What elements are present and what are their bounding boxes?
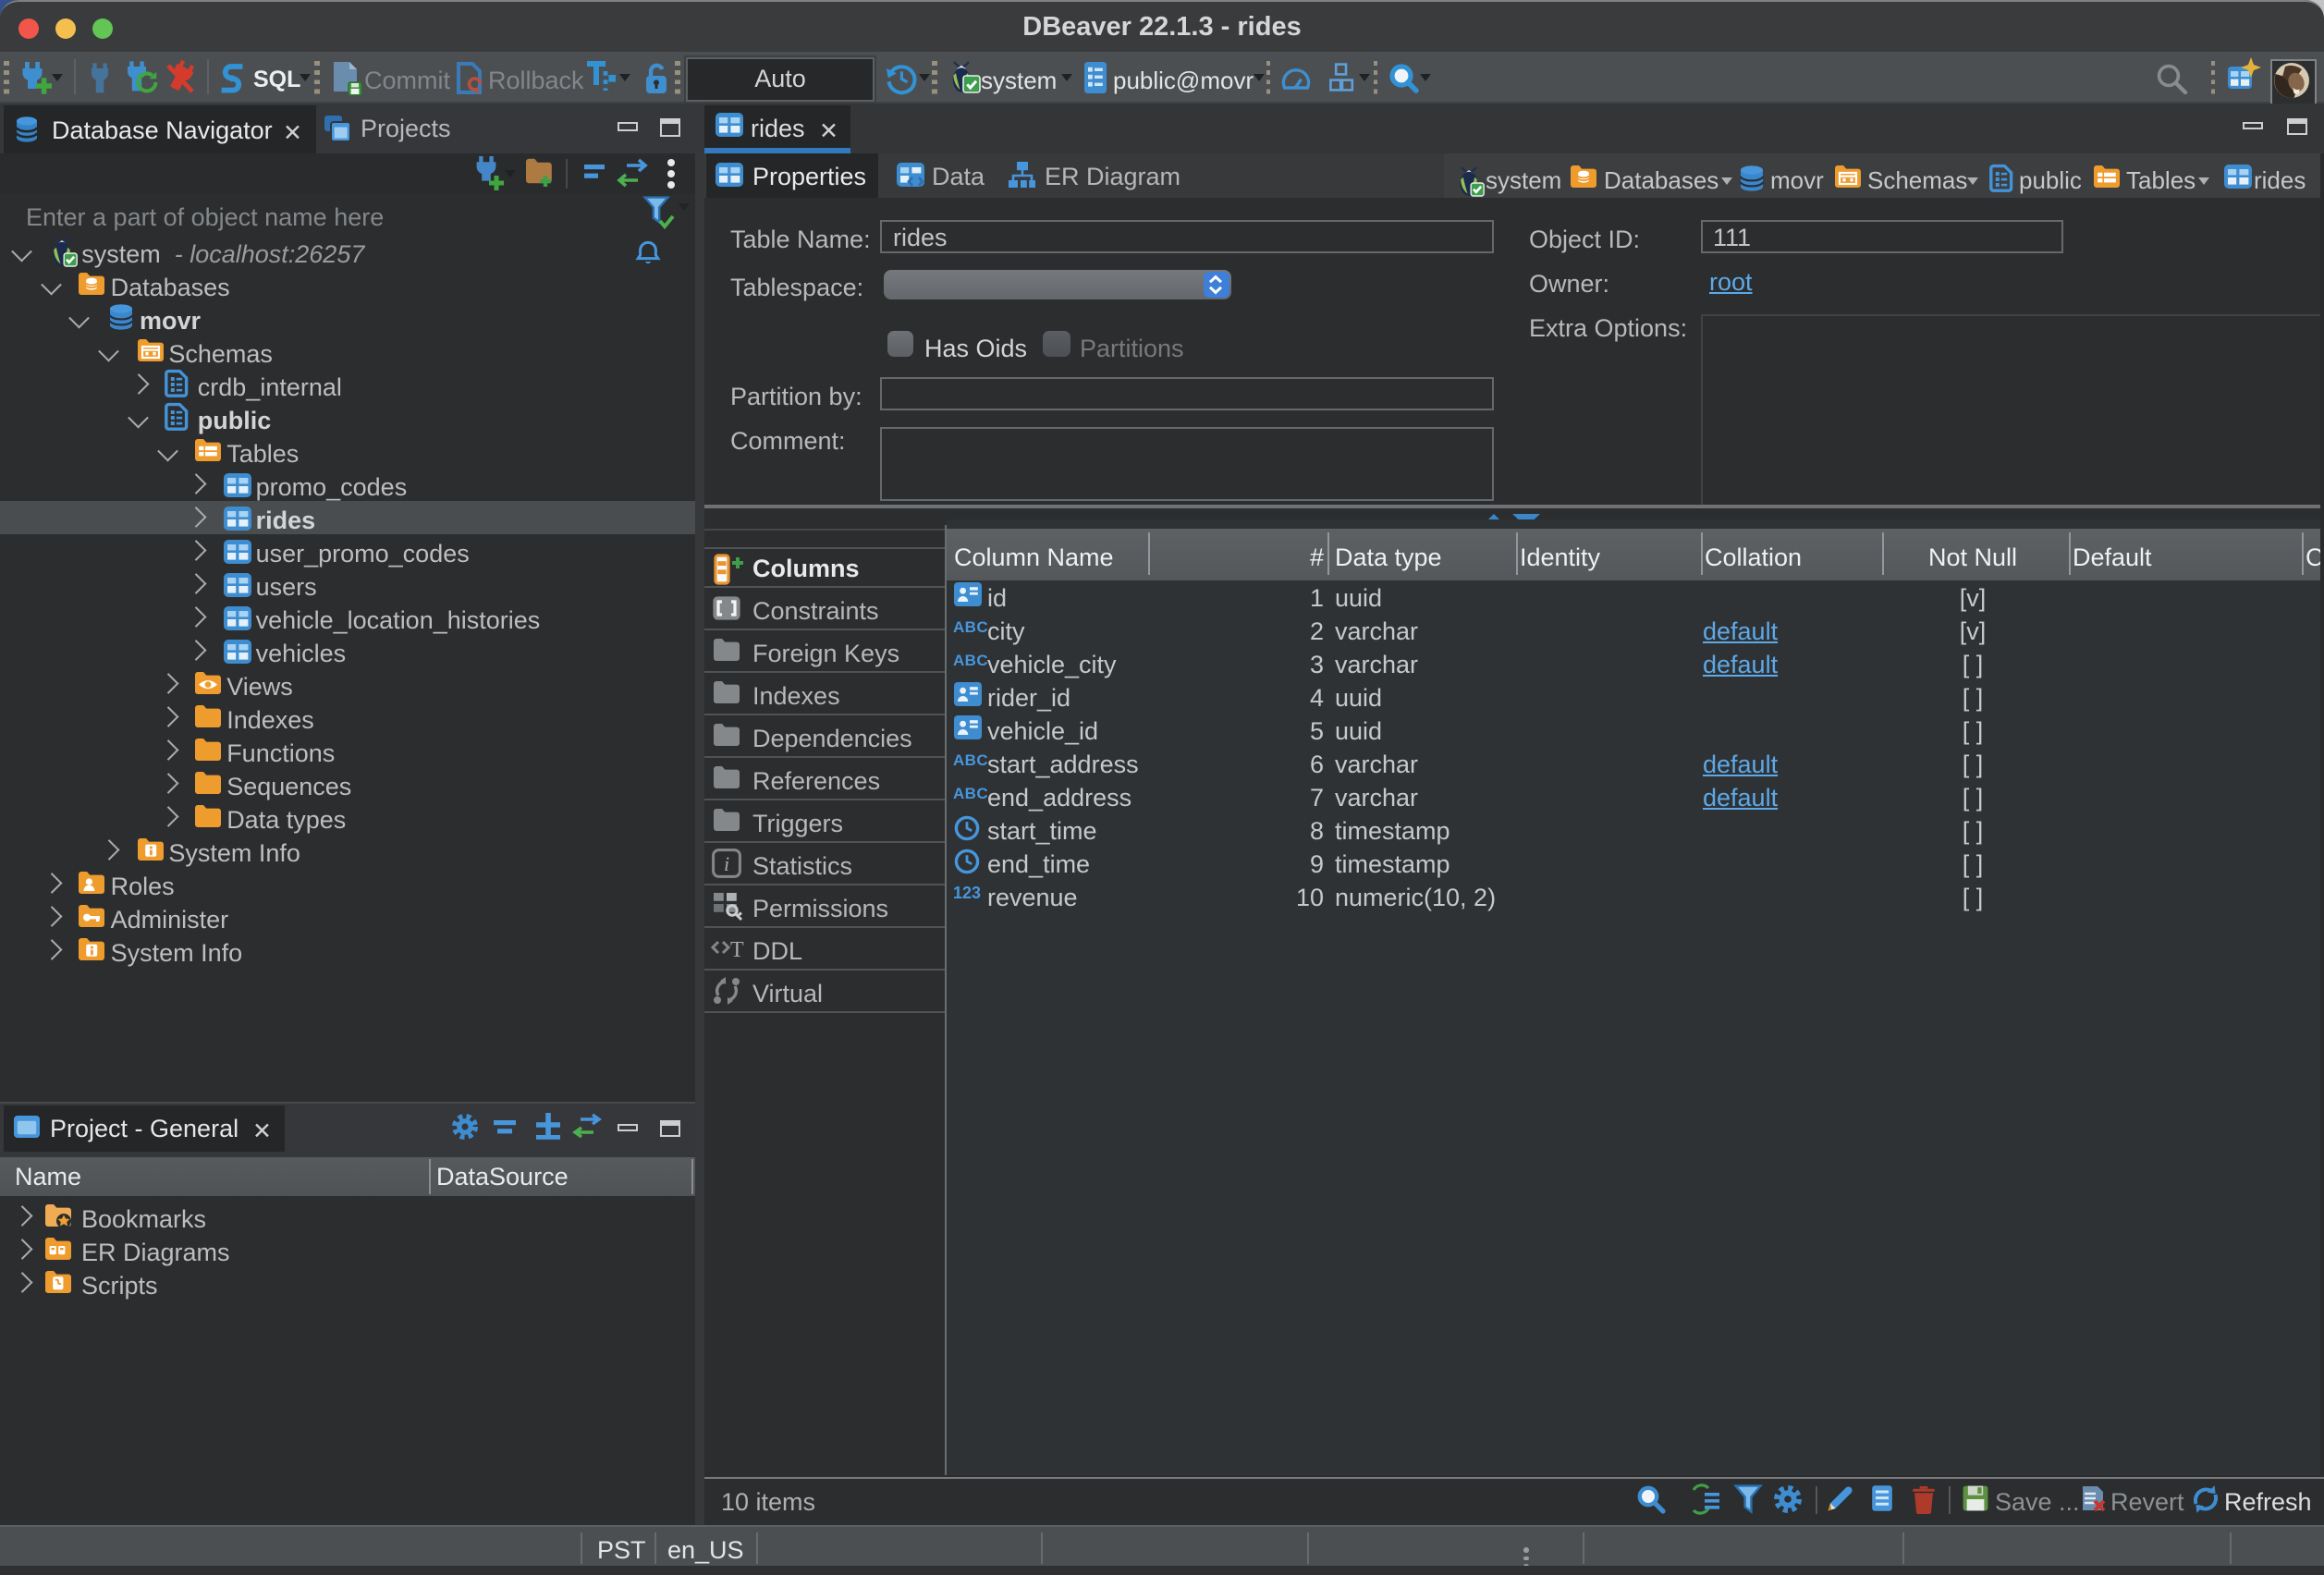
svg-text:T: T xyxy=(730,938,744,962)
svg-text:i: i xyxy=(724,852,729,875)
